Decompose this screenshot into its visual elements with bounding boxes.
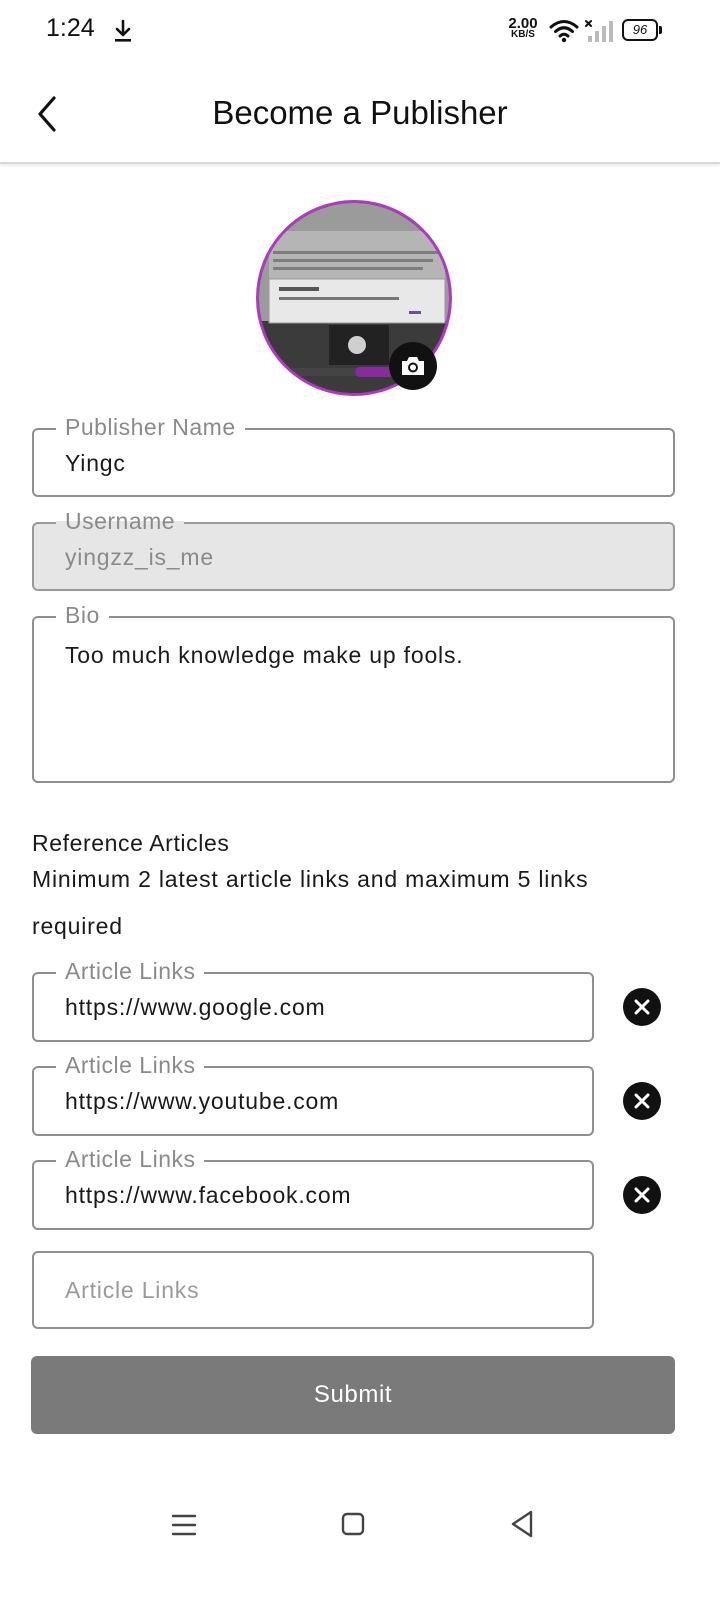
battery-tip: [659, 26, 662, 34]
battery-icon: 96: [622, 19, 662, 43]
article-link-value: https://www.youtube.com: [65, 1088, 340, 1114]
publisher-name-field[interactable]: Publisher Name Yingc: [32, 413, 675, 497]
reference-articles-title: Reference Articles: [32, 830, 230, 856]
close-icon: [634, 999, 650, 1015]
battery-level: 96: [622, 19, 658, 41]
remove-link-button[interactable]: [623, 1082, 661, 1120]
system-nav-bar: [0, 1480, 720, 1570]
page-title: Become a Publisher: [212, 94, 508, 131]
status-time: 1:24: [46, 14, 95, 42]
avatar-picker[interactable]: [256, 200, 452, 396]
home-icon[interactable]: [340, 1510, 366, 1538]
menu-icon[interactable]: [170, 1510, 198, 1540]
reference-articles-description: Minimum 2 latest article links and maxim…: [32, 866, 589, 939]
article-link-label: Article Links: [56, 1145, 205, 1173]
remove-link-button[interactable]: [623, 1176, 661, 1214]
close-icon: [634, 1187, 650, 1203]
article-link-field[interactable]: Article Links https://www.youtube.com: [32, 1051, 594, 1136]
article-link-label: Article Links: [56, 957, 205, 985]
download-icon: [115, 19, 131, 42]
close-icon: [634, 1093, 650, 1109]
submit-button[interactable]: Submit: [31, 1356, 675, 1434]
bio-label: Bio: [56, 601, 109, 629]
back-icon[interactable]: [508, 1508, 536, 1540]
username-value: yingzz_is_me: [65, 544, 214, 570]
network-speed: 2.00 KB/S: [507, 15, 539, 40]
network-speed-value: 2.00: [508, 15, 538, 32]
status-bar: 1:24 2.00 KB/S 96: [0, 0, 720, 64]
screen: 1:24 2.00 KB/S 96 Become a Publisher Pub…: [0, 0, 720, 1600]
article-link-value: https://www.facebook.com: [65, 1182, 352, 1208]
network-speed-unit: KB/S: [511, 29, 535, 40]
wifi-icon: [549, 20, 579, 43]
username-label: Username: [56, 507, 185, 535]
article-link-label: Article Links: [56, 1051, 205, 1079]
new-article-link-placeholder: Article Links: [65, 1277, 200, 1303]
article-link-value: https://www.google.com: [65, 994, 326, 1020]
new-article-link-input[interactable]: Article Links: [32, 1251, 594, 1329]
publisher-name-value: Yingc: [65, 450, 126, 476]
publisher-name-label: Publisher Name: [56, 413, 245, 441]
signal-icon: [585, 20, 613, 42]
app-bar: Become a Publisher: [0, 64, 720, 164]
bio-field[interactable]: Bio Too much knowledge make up fools.: [32, 601, 675, 783]
username-field: Username yingzz_is_me: [32, 507, 675, 591]
article-link-field[interactable]: Article Links https://www.facebook.com: [32, 1145, 594, 1230]
bio-value: Too much knowledge make up fools.: [65, 642, 464, 668]
camera-icon: [402, 357, 424, 375]
remove-link-button[interactable]: [623, 988, 661, 1026]
article-link-field[interactable]: Article Links https://www.google.com: [32, 957, 594, 1042]
camera-button[interactable]: [389, 342, 437, 390]
